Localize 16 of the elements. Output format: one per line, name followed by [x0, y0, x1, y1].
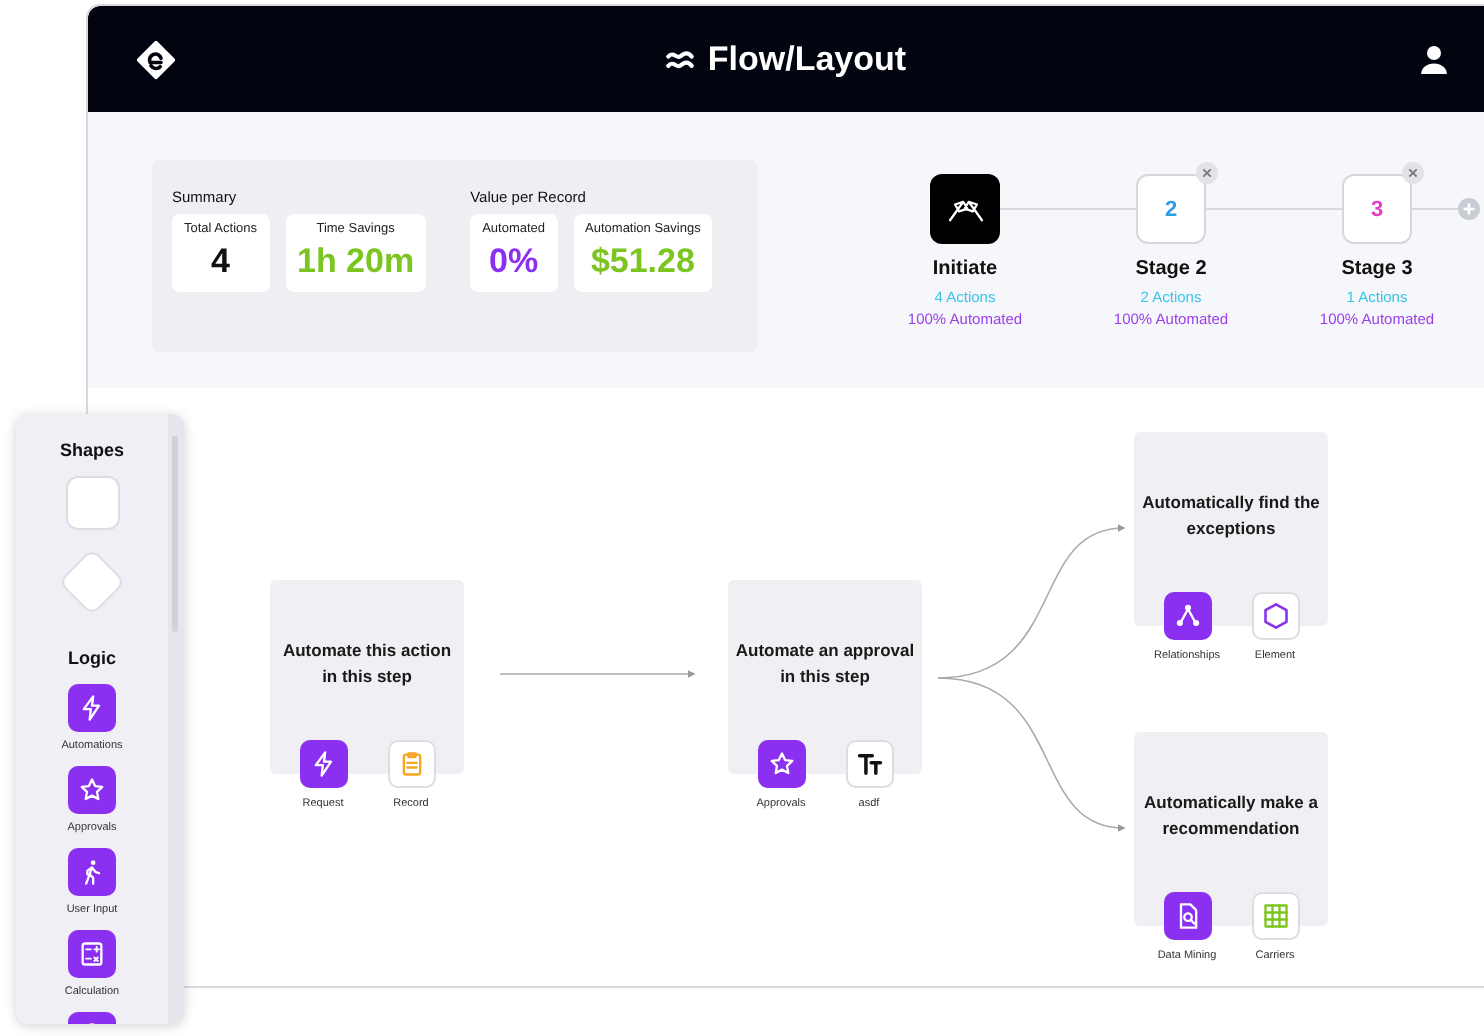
- page-title: Flow/Layout: [707, 39, 907, 79]
- node-title: Automatically make a recommendation: [1142, 790, 1320, 842]
- stage-node[interactable]: 3: [1342, 174, 1412, 244]
- node-title: Automate an approval in this step: [735, 638, 915, 690]
- stage-node[interactable]: 2: [1136, 174, 1206, 244]
- stage-name: Stage 2: [1135, 258, 1207, 280]
- stat-value: $51.28: [590, 242, 695, 280]
- palette-heading: Shapes: [59, 440, 124, 460]
- stage-name: Initiate: [932, 258, 998, 280]
- stat-value: 1h 20m: [297, 242, 415, 280]
- stage-name: Stage 3: [1341, 258, 1413, 280]
- palette-heading: Logic: [68, 648, 116, 668]
- node-title: Automate this action in this step: [280, 638, 454, 690]
- stat-value: 0%: [489, 242, 539, 280]
- node-title: Automatically find the exceptions: [1141, 490, 1321, 542]
- stat-value: 4: [211, 242, 230, 280]
